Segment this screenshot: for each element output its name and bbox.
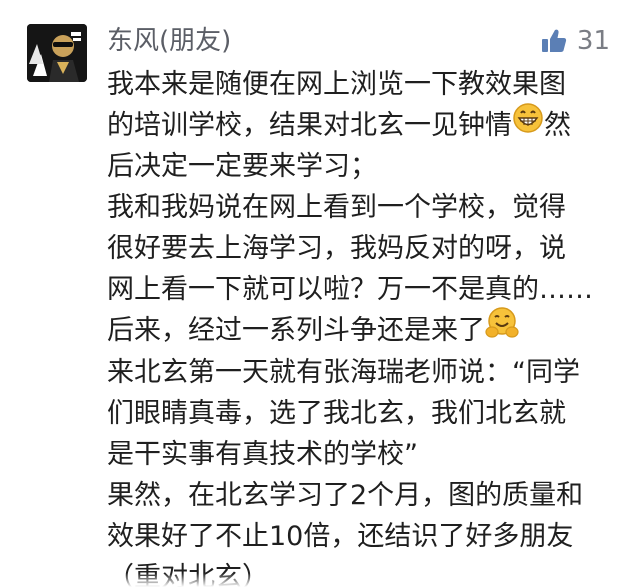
comment-line: 后决定一定要来学习； (107, 151, 377, 182)
comment-line: 后来，经过一系列斗争还是来了 (107, 306, 622, 352)
comment-line: 果然，在北玄学习了2个月，图的质量和 (107, 479, 584, 511)
thumbs-up-icon (541, 29, 567, 52)
grinning-emoji-icon (512, 102, 544, 146)
comment-line: 是干实事有真技术的学校” (107, 438, 418, 470)
username[interactable]: 东风(朋友) (107, 22, 231, 60)
comment-text: 的培训学校，结果对北玄一见钟情 (107, 110, 512, 141)
comment-card: 东风(朋友) 31 我本来是随便在网上浏览一下教效果图 的培训学校，结果对北玄一… (0, 0, 640, 587)
comment-text: 后来，经过一系列斗争还是来了 (107, 315, 485, 346)
avatar-image (27, 24, 87, 82)
comment-text: 然 (544, 110, 571, 141)
comment-line: 们眼睛真毒，选了我北玄，我们北玄就 (107, 397, 566, 429)
comment-line: 网上看一下就可以啦？万一不是真的…… (107, 274, 593, 305)
bottom-fade (0, 573, 640, 587)
comment-line: 来北玄第一天就有张海瑞老师说：“同学 (107, 356, 580, 388)
comment-line: 我本来是随便在网上浏览一下教效果图 (107, 69, 566, 100)
hugging-emoji-icon (485, 306, 519, 352)
like-count: 31 (576, 26, 610, 56)
avatar[interactable] (27, 24, 87, 82)
comment-line: 我和我妈说在网上看到一个学校，觉得 (107, 192, 566, 223)
comment-line: 的培训学校，结果对北玄一见钟情 然 (107, 102, 622, 146)
like-button[interactable]: 31 (541, 22, 610, 60)
comment-body: 我本来是随便在网上浏览一下教效果图 的培训学校，结果对北玄一见钟情 然 后决定一定… (107, 64, 622, 587)
comment-line: 很好要去上海学习，我妈反对的呀，说 (107, 233, 566, 264)
comment-line: 效果好了不止10倍，还结识了好多朋友 (107, 520, 574, 552)
